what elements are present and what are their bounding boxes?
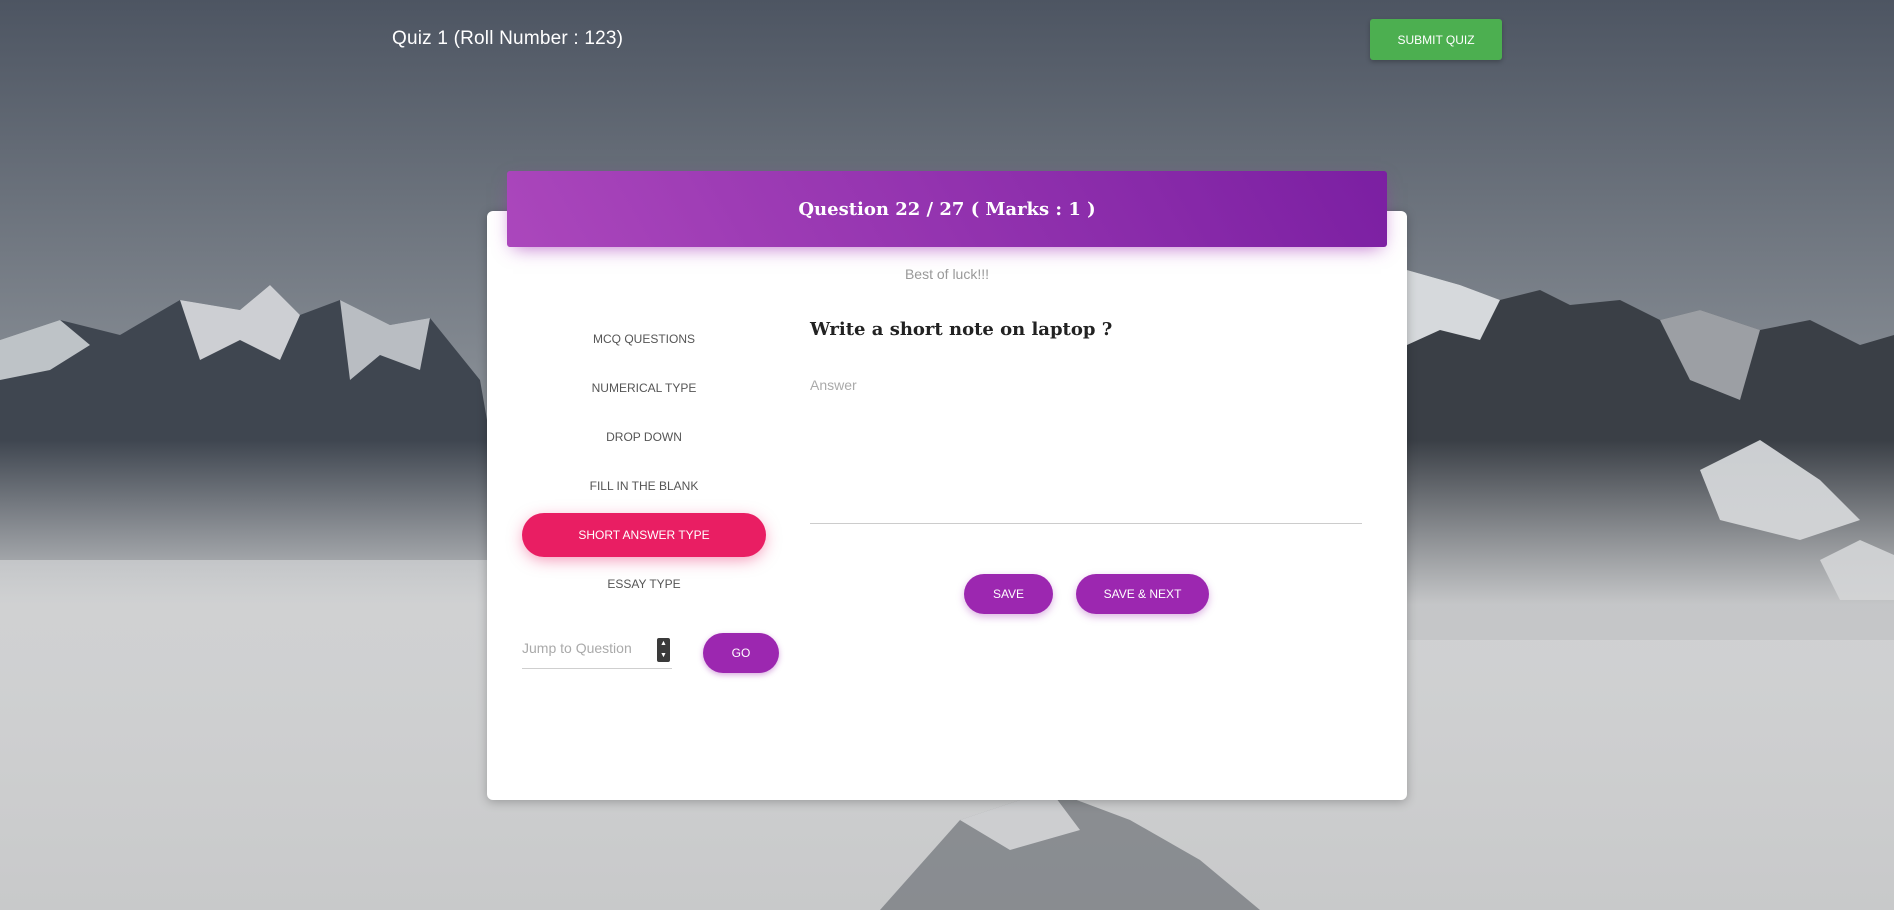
nav-item-label: FILL IN THE BLANK [589, 479, 699, 493]
go-button[interactable]: GO [703, 633, 779, 673]
number-spinner[interactable]: ▲ ▼ [657, 638, 670, 662]
question-text: Write a short note on laptop ? [810, 319, 1113, 340]
quiz-title: Quiz 1 (Roll Number : 123) [392, 28, 624, 49]
nav-item-mcq-questions[interactable]: MCQ QUESTIONS [522, 317, 766, 361]
jump-to-question-field: ▲ ▼ [522, 632, 672, 669]
submit-quiz-button[interactable]: SUBMIT QUIZ [1370, 19, 1502, 60]
nav-item-drop-down[interactable]: DROP DOWN [522, 415, 766, 459]
nav-item-numerical-type[interactable]: NUMERICAL TYPE [522, 366, 766, 410]
question-type-nav: MCQ QUESTIONS NUMERICAL TYPE DROP DOWN F… [522, 317, 766, 611]
nav-item-label: DROP DOWN [606, 430, 682, 444]
nav-item-label: ESSAY TYPE [607, 577, 681, 591]
nav-item-essay-type[interactable]: ESSAY TYPE [522, 562, 766, 606]
nav-item-fill-in-the-blank[interactable]: FILL IN THE BLANK [522, 464, 766, 508]
question-header: Question 22 / 27 ( Marks : 1 ) [507, 171, 1387, 247]
nav-item-short-answer-type[interactable]: SHORT ANSWER TYPE [522, 513, 766, 557]
save-and-next-button[interactable]: SAVE & NEXT [1076, 574, 1209, 614]
save-button[interactable]: SAVE [964, 574, 1053, 614]
question-heading: Question 22 / 27 ( Marks : 1 ) [798, 198, 1096, 220]
chevron-down-icon[interactable]: ▼ [660, 652, 667, 660]
nav-item-label: NUMERICAL TYPE [591, 381, 697, 395]
jump-to-question-input[interactable] [522, 636, 650, 660]
chevron-up-icon[interactable]: ▲ [660, 640, 667, 648]
nav-item-label: MCQ QUESTIONS [592, 332, 695, 346]
answer-textarea[interactable] [810, 374, 1362, 524]
nav-item-label: SHORT ANSWER TYPE [578, 528, 710, 542]
card-subtitle: Best of luck!!! [904, 266, 990, 282]
